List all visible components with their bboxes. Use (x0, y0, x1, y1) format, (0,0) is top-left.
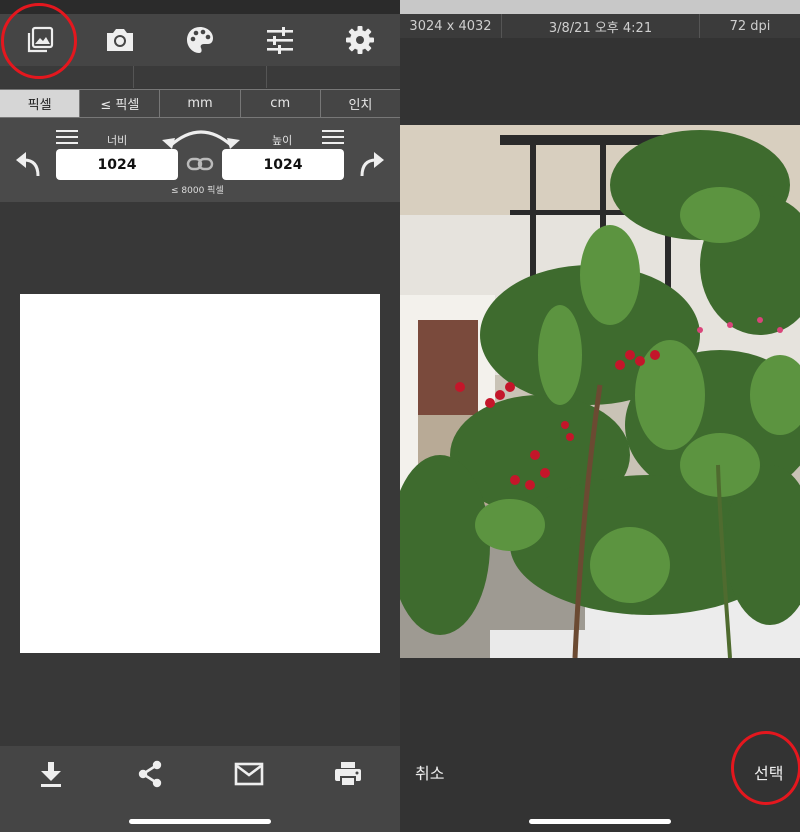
camera-icon (107, 29, 133, 51)
cancel-button[interactable]: 취소 (415, 760, 444, 784)
download-button[interactable] (35, 758, 67, 790)
canvas-area (0, 202, 400, 746)
mail-button[interactable] (233, 758, 265, 790)
toolbar-subrow (0, 66, 400, 88)
share-icon (138, 760, 162, 788)
undo-icon[interactable] (14, 150, 42, 178)
print-icon (335, 762, 361, 787)
photo-preview-panel: 3024 x 4032 3/8/21 오후 4:21 72 dpi 취소 선택 (400, 0, 800, 832)
photo-info-bar: 3024 x 4032 3/8/21 오후 4:21 72 dpi (400, 14, 800, 38)
unit-tab-inch[interactable]: 인치 (321, 90, 400, 117)
download-icon (41, 762, 61, 787)
sliders-icon (267, 27, 293, 54)
blank-canvas[interactable] (20, 294, 380, 653)
unit-tab-mm[interactable]: mm (160, 90, 241, 117)
swap-dimensions-icon[interactable] (160, 122, 242, 150)
divider (133, 66, 134, 88)
unit-selector: 픽셀 ≤ 픽셀 mm cm 인치 (0, 89, 400, 118)
status-bar (0, 0, 400, 14)
picker-bottom-bar: 취소 선택 (400, 746, 800, 832)
unit-tab-cm[interactable]: cm (241, 90, 321, 117)
height-menu-icon[interactable] (322, 130, 344, 144)
share-button[interactable] (134, 758, 166, 790)
adjustments-button[interactable] (240, 14, 320, 66)
divider (266, 66, 267, 88)
bottom-toolbar (0, 746, 400, 832)
photo-datetime: 3/8/21 오후 4:21 (502, 14, 700, 38)
height-label: 높이 (272, 134, 293, 147)
top-toolbar (0, 14, 400, 66)
mail-icon (234, 762, 264, 786)
camera-button[interactable] (80, 14, 160, 66)
max-size-note: ≤ 8000 픽셀 (171, 186, 224, 196)
settings-button[interactable] (320, 14, 400, 66)
width-menu-icon[interactable] (56, 130, 78, 144)
height-input[interactable]: 1024 (222, 149, 344, 180)
palette-button[interactable] (160, 14, 240, 66)
link-icon[interactable] (186, 156, 214, 172)
status-bar (400, 0, 800, 14)
plant-photo-image (400, 125, 800, 658)
palette-icon (187, 27, 213, 53)
unit-tab-pixel[interactable]: 픽셀 (0, 90, 81, 117)
width-input[interactable]: 1024 (56, 149, 178, 180)
unit-tab-max-pixel[interactable]: ≤ 픽셀 (80, 90, 161, 117)
print-button[interactable] (332, 758, 364, 790)
gallery-icon (27, 26, 54, 53)
gear-icon (346, 26, 374, 54)
resize-panel: 픽셀 ≤ 픽셀 mm cm 인치 너비 높이 1024 1024 ≤ 8000 … (0, 0, 400, 832)
width-label: 너비 (107, 134, 128, 147)
photo-preview (400, 125, 800, 658)
home-indicator (129, 819, 271, 824)
select-button[interactable]: 선택 (754, 760, 783, 784)
redo-icon[interactable] (358, 150, 386, 178)
size-panel: 너비 높이 1024 1024 ≤ 8000 픽셀 (0, 118, 400, 202)
photo-dimensions: 3024 x 4032 (400, 14, 502, 38)
photo-dpi: 72 dpi (729, 18, 771, 34)
home-indicator (529, 819, 671, 824)
gallery-button[interactable] (0, 14, 80, 66)
